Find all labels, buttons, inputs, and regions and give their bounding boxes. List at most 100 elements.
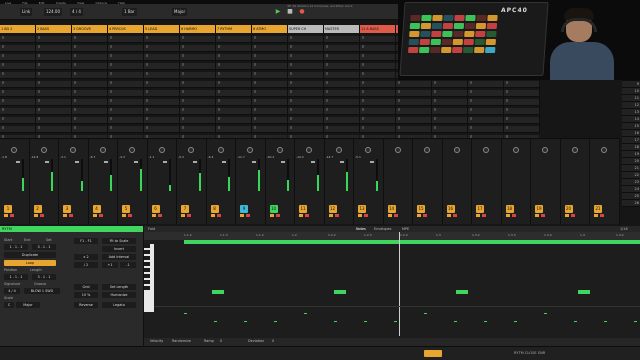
slot-stop-icon[interactable] [254,63,256,66]
slot-stop-icon[interactable] [74,117,76,120]
pan-knob[interactable] [365,147,372,153]
volume-readout[interactable]: -14.7 [326,155,334,159]
clip-slot[interactable] [0,63,35,70]
pan-knob[interactable] [542,147,549,153]
track-activator[interactable]: 1 [4,205,12,213]
slot-stop-icon[interactable] [506,81,508,84]
slot-stop-icon[interactable] [74,45,76,48]
volume-fader[interactable] [251,161,256,163]
position-field[interactable]: 1 . 1 . 1 [4,274,28,280]
legato-button[interactable]: Legato [102,302,136,308]
slot-stop-icon[interactable] [290,72,292,75]
slot-stop-icon[interactable] [146,45,148,48]
clip-slot[interactable] [108,126,143,133]
slot-stop-icon[interactable] [2,99,4,102]
scene-launch-button[interactable]: 17 [622,137,640,144]
slot-stop-icon[interactable] [110,99,112,102]
clip-slot[interactable] [180,126,215,133]
slot-stop-icon[interactable] [326,36,328,39]
velocity-marker[interactable] [334,321,337,322]
piano-keys[interactable] [144,244,154,312]
slot-stop-icon[interactable] [146,36,148,39]
track-activator[interactable]: 12 [328,205,337,213]
slot-stop-icon[interactable] [110,90,112,93]
slot-stop-icon[interactable] [182,72,184,75]
velocity-marker[interactable] [304,313,307,314]
pan-knob[interactable] [217,147,224,153]
pan-knob[interactable] [129,147,136,153]
volume-readout[interactable]: -11.7 [237,155,245,159]
track-activator[interactable]: 2 [33,205,42,213]
clip-slot[interactable] [72,45,107,52]
clip-slot[interactable] [324,54,359,61]
slot-stop-icon[interactable] [290,108,292,111]
slot-stop-icon[interactable] [38,36,40,39]
slot-stop-icon[interactable] [2,72,4,75]
clip-slot[interactable] [216,108,251,115]
volume-fader[interactable] [310,161,315,163]
scene-launch-button[interactable]: 10 [622,88,640,95]
clip-slot[interactable] [216,63,251,70]
note-range[interactable]: F1 - F1 [74,238,98,244]
clip-slot[interactable] [216,36,251,43]
slot-stop-icon[interactable] [434,117,436,120]
clip-slot[interactable] [252,54,287,61]
solo-button[interactable] [564,214,569,217]
track-activator[interactable]: 7 [181,205,189,213]
clip-slot[interactable] [144,126,179,133]
slot-stop-icon[interactable] [326,90,328,93]
volume-fader[interactable] [133,161,138,163]
reverse-button[interactable]: Reverse [74,302,98,308]
slot-stop-icon[interactable] [2,126,4,129]
track-activator[interactable]: 19 [535,205,543,213]
arm-button[interactable] [334,214,339,217]
slot-stop-icon[interactable] [2,108,4,111]
arm-button[interactable] [541,214,545,217]
clip-slot[interactable] [0,54,35,61]
loop-toggle[interactable]: Loop [4,260,56,266]
velocity-marker[interactable] [604,321,607,322]
track-header[interactable]: 3 GROOVE [72,25,108,33]
scene-launch-button[interactable]: 26 [622,200,640,207]
stop-icon[interactable]: ■ [286,8,294,16]
arm-button[interactable] [570,214,575,217]
clip-slot[interactable] [288,63,323,70]
track-header[interactable]: SUPER CH [288,25,324,33]
slot-stop-icon[interactable] [254,108,256,111]
clip-slot[interactable] [72,126,107,133]
slot-stop-icon[interactable] [326,126,328,129]
divide-field[interactable]: / 2 [74,262,98,268]
slot-stop-icon[interactable] [506,117,508,120]
slot-stop-icon[interactable] [182,126,184,129]
track-header[interactable]: MASTER [324,25,360,33]
clip-slot[interactable] [324,126,359,133]
slot-stop-icon[interactable] [110,63,112,66]
track-header[interactable]: 4 PERCUS [108,25,144,33]
slot-stop-icon[interactable] [290,99,292,102]
clip-slot[interactable] [468,90,503,97]
groove-menu[interactable]: BLOW 1 SWG [24,288,60,294]
volume-fader[interactable] [222,161,226,163]
loop-brace[interactable] [184,240,640,244]
clip-slot[interactable] [36,117,71,124]
slot-stop-icon[interactable] [362,81,364,84]
midi-note[interactable] [212,290,224,294]
track-header[interactable]: 8 ATMO [252,25,288,33]
clip-slot[interactable] [288,54,323,61]
clip-slot[interactable] [324,63,359,70]
slot-stop-icon[interactable] [290,117,292,120]
clip-slot[interactable] [288,36,323,43]
slot-stop-icon[interactable] [434,99,436,102]
slot-stop-icon[interactable] [362,63,364,66]
velocity-marker[interactable] [364,321,367,322]
slot-stop-icon[interactable] [182,36,184,39]
track-activator[interactable]: 9 [240,205,248,213]
clip-slot[interactable] [36,63,71,70]
solo-button[interactable] [269,214,274,217]
clip-slot[interactable] [180,54,215,61]
slot-stop-icon[interactable] [254,90,256,93]
slot-stop-icon[interactable] [182,99,184,102]
clip-slot[interactable] [432,81,467,88]
slot-stop-icon[interactable] [326,54,328,57]
slot-stop-icon[interactable] [110,117,112,120]
